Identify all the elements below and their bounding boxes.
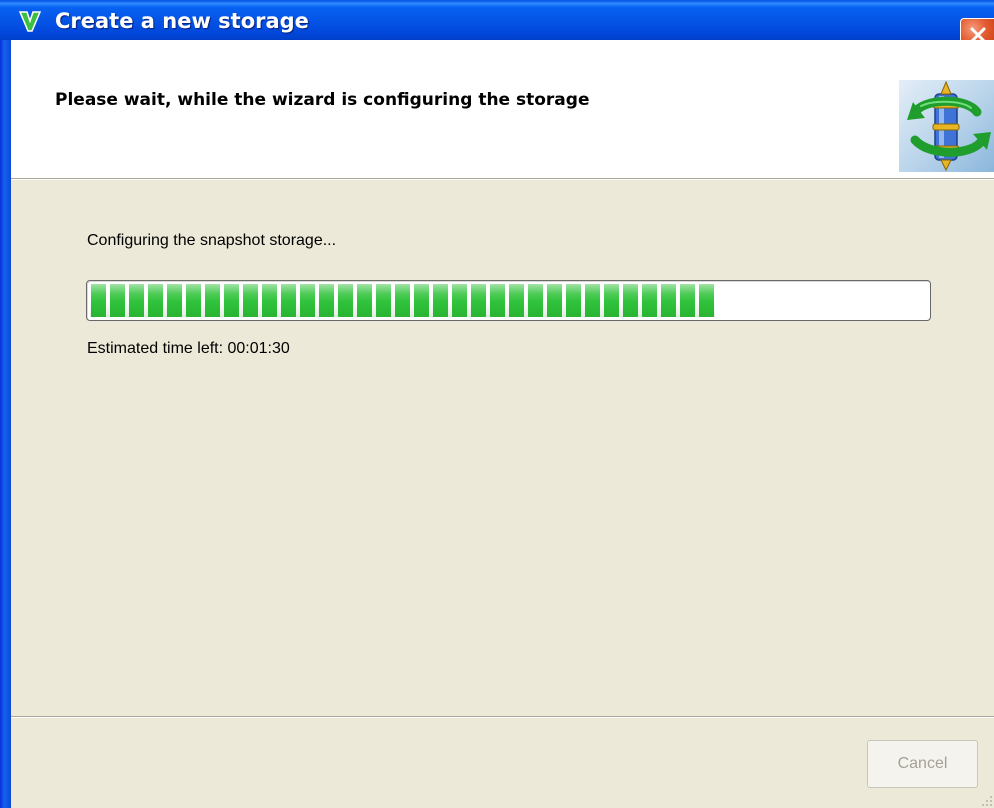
footer-divider-highlight bbox=[11, 717, 994, 718]
storage-sync-logo-icon bbox=[899, 80, 994, 172]
status-label: Configuring the snapshot storage... bbox=[87, 232, 337, 249]
green-v-icon bbox=[18, 11, 42, 32]
wizard-window: Create a new storage Please wait, while … bbox=[0, 0, 994, 808]
title-bar[interactable]: Create a new storage bbox=[0, 0, 994, 40]
wizard-header: Please wait, while the wizard is configu… bbox=[11, 40, 994, 178]
window-frame-left bbox=[0, 40, 11, 808]
progress-bar bbox=[86, 280, 931, 321]
cancel-button[interactable]: Cancel bbox=[867, 740, 978, 788]
progress-fill bbox=[90, 284, 715, 317]
header-divider-highlight bbox=[11, 179, 994, 180]
window-title: Create a new storage bbox=[55, 9, 309, 33]
time-left-label: Estimated time left: 00:01:30 bbox=[87, 340, 290, 357]
resize-grip-icon[interactable] bbox=[980, 792, 994, 808]
header-title: Please wait, while the wizard is configu… bbox=[55, 90, 590, 110]
